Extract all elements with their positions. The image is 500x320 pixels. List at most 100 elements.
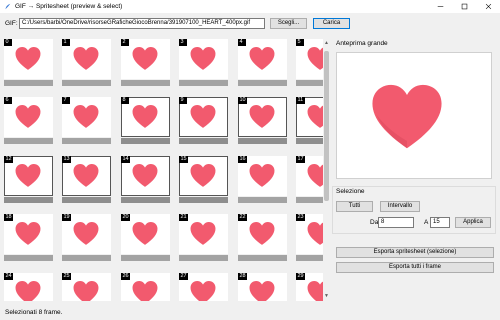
frame-selection-bar[interactable] — [179, 138, 228, 144]
frame-selection-bar[interactable] — [179, 197, 228, 203]
scroll-down-arrow-icon[interactable]: ▼ — [324, 293, 329, 299]
frame-selection-bar[interactable] — [296, 255, 323, 261]
apply-button[interactable]: Applica — [455, 217, 491, 228]
frame-selection-bar[interactable] — [238, 197, 287, 203]
heart-thumbnail-image — [190, 164, 216, 187]
app-feather-icon — [5, 3, 11, 10]
frame-selection-bar[interactable] — [62, 197, 111, 203]
heart-preview-image — [372, 84, 442, 149]
heart-thumbnail-image — [307, 47, 323, 70]
frame-selection-bar[interactable] — [4, 80, 53, 86]
frame-selection-bar[interactable] — [296, 197, 323, 203]
frame-selection-bar[interactable] — [4, 255, 53, 261]
frame-tile[interactable]: 21 — [179, 214, 228, 262]
minimize-button[interactable] — [429, 0, 451, 13]
frame-number-badge: 26 — [121, 273, 131, 280]
frame-selection-bar[interactable] — [296, 80, 323, 86]
heart-thumbnail-image — [73, 222, 99, 245]
scrollbar-thumb[interactable] — [324, 51, 329, 201]
maximize-button[interactable] — [453, 0, 475, 13]
heart-thumbnail-image — [15, 222, 41, 245]
frame-selection-bar[interactable] — [238, 138, 287, 144]
load-button[interactable]: Carica — [313, 18, 350, 29]
frame-tile[interactable]: 7 — [62, 97, 111, 145]
frame-selection-bar[interactable] — [4, 197, 53, 203]
frame-selection-bar[interactable] — [4, 138, 53, 144]
frame-tile[interactable]: 19 — [62, 214, 111, 262]
frame-number-badge: 10 — [238, 97, 248, 104]
heart-thumbnail-image — [15, 281, 41, 301]
frame-tile[interactable]: 4 — [238, 39, 287, 87]
frame-tile[interactable]: 23 — [296, 214, 323, 262]
heart-thumbnail-image — [249, 222, 275, 245]
frame-tile[interactable]: 1 — [62, 39, 111, 87]
export-selection-button[interactable]: Esporta spritesheet (selezione) — [336, 247, 494, 258]
frame-number-badge: 9 — [179, 97, 187, 104]
frame-selection-bar[interactable] — [62, 138, 111, 144]
frame-tile[interactable]: 18 — [4, 214, 53, 262]
frame-number-badge: 21 — [179, 214, 189, 221]
heart-thumbnail-image — [190, 281, 216, 301]
frame-tile[interactable]: 9 — [179, 97, 228, 145]
frame-tile[interactable]: 5 — [296, 39, 323, 87]
frame-tile[interactable]: 16 — [238, 156, 287, 204]
export-all-button[interactable]: Esporta tutti i frame — [336, 262, 494, 273]
frame-number-badge: 12 — [4, 156, 14, 163]
frame-selection-bar[interactable] — [238, 255, 287, 261]
frame-selection-bar[interactable] — [296, 138, 323, 144]
frame-tile[interactable]: 13 — [62, 156, 111, 204]
frame-tile[interactable]: 29 — [296, 273, 323, 301]
frame-number-badge: 17 — [296, 156, 306, 163]
frame-tile[interactable]: 3 — [179, 39, 228, 87]
frame-tile[interactable]: 27 — [179, 273, 228, 301]
frame-tile[interactable]: 24 — [4, 273, 53, 301]
frame-selection-bar[interactable] — [62, 80, 111, 86]
from-input[interactable]: 8 — [378, 217, 414, 228]
heart-thumbnail-image — [73, 47, 99, 70]
heart-thumbnail-image — [73, 105, 99, 128]
frame-selection-bar[interactable] — [121, 197, 170, 203]
window-title: GIF → Spritesheet (preview & select) — [15, 3, 123, 10]
frame-selection-bar[interactable] — [179, 255, 228, 261]
frame-tile[interactable]: 26 — [121, 273, 170, 301]
frame-tile[interactable]: 22 — [238, 214, 287, 262]
frame-tile[interactable]: 10 — [238, 97, 287, 145]
frame-number-badge: 13 — [62, 156, 72, 163]
frame-number-badge: 1 — [62, 39, 70, 46]
select-all-button[interactable]: Tutti — [336, 201, 373, 212]
scroll-up-arrow-icon[interactable]: ▲ — [324, 40, 329, 46]
browse-button[interactable]: Scegli... — [270, 18, 307, 29]
to-input[interactable]: 15 — [430, 217, 450, 228]
frame-tile[interactable]: 12 — [4, 156, 53, 204]
heart-thumbnail-image — [307, 164, 323, 187]
select-range-button[interactable]: Intervallo — [380, 201, 420, 212]
heart-thumbnail-image — [249, 47, 275, 70]
frame-tile[interactable]: 0 — [4, 39, 53, 87]
frame-selection-bar[interactable] — [62, 255, 111, 261]
frame-number-badge: 5 — [296, 39, 304, 46]
close-button[interactable] — [477, 0, 499, 13]
frame-tile[interactable]: 2 — [121, 39, 170, 87]
frame-selection-bar[interactable] — [121, 80, 170, 86]
heart-thumbnail-image — [132, 281, 158, 301]
frame-tile[interactable]: 25 — [62, 273, 111, 301]
frame-tile[interactable]: 11 — [296, 97, 323, 145]
frame-tile[interactable]: 17 — [296, 156, 323, 204]
frame-selection-bar[interactable] — [179, 80, 228, 86]
heart-thumbnail-image — [132, 222, 158, 245]
frame-selection-bar[interactable] — [238, 80, 287, 86]
frame-tile[interactable]: 20 — [121, 214, 170, 262]
frame-selection-bar[interactable] — [121, 255, 170, 261]
heart-thumbnail-image — [73, 281, 99, 301]
frame-selection-bar[interactable] — [121, 138, 170, 144]
frame-tile[interactable]: 15 — [179, 156, 228, 204]
frame-grid-scrollbar[interactable]: ▲ ▼ — [323, 39, 330, 301]
frame-tile[interactable]: 6 — [4, 97, 53, 145]
frame-number-badge: 27 — [179, 273, 189, 280]
gif-path-field[interactable]: C:/Users/barbi/OneDrive/risorseGRaficheG… — [19, 18, 265, 29]
frame-number-badge: 14 — [121, 156, 131, 163]
heart-thumbnail-image — [307, 105, 323, 128]
frame-tile[interactable]: 8 — [121, 97, 170, 145]
frame-tile[interactable]: 28 — [238, 273, 287, 301]
frame-tile[interactable]: 14 — [121, 156, 170, 204]
